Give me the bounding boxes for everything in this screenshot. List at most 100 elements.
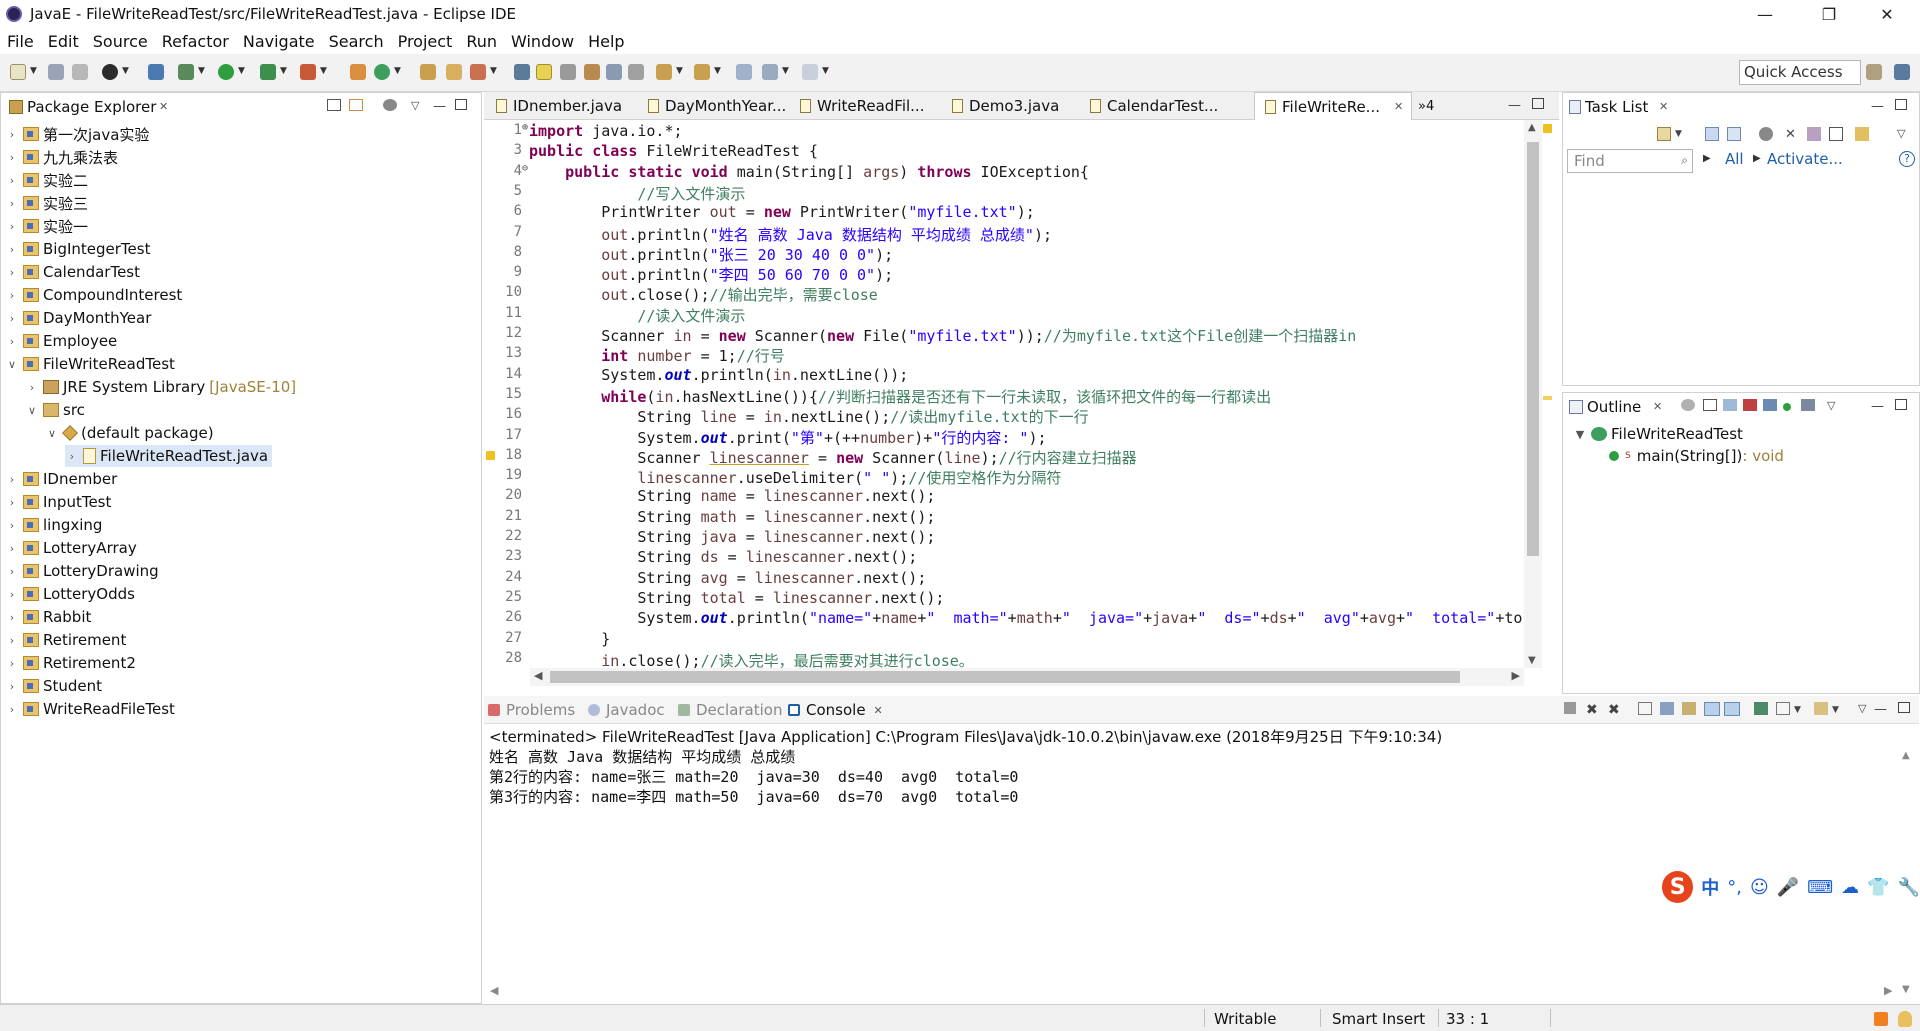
back-dropdown-icon[interactable]: ▼ (782, 66, 789, 76)
scroll-right-icon[interactable]: ▶ (1512, 669, 1520, 682)
code-line[interactable]: 7 out.println("姓名 高数 Java 数据结构 平均成绩 总成绩"… (484, 224, 1524, 244)
tree-item[interactable]: › Rabbit (5, 606, 92, 628)
sogou-logo-icon[interactable]: S (1662, 871, 1694, 903)
code-line[interactable]: 13 int number = 1;//行号 (484, 345, 1524, 365)
editor-vertical-scrollbar[interactable]: ▲ ▼ (1524, 120, 1542, 668)
ime-language-toggle[interactable]: 中 (1701, 874, 1719, 900)
forward-icon[interactable] (802, 64, 818, 80)
tree-item[interactable]: ∨ src (25, 399, 85, 421)
hide-completed-icon[interactable]: ✕ (1785, 127, 1796, 142)
expand-arrow-icon[interactable]: › (5, 496, 19, 509)
code-line[interactable]: 19 linescanner.useDelimiter(" ");//使用空格作… (484, 467, 1524, 487)
search-dropdown-icon[interactable]: ▼ (490, 66, 497, 76)
tree-item[interactable]: › Student (5, 675, 102, 697)
quick-access-input[interactable]: Quick Access (1739, 60, 1861, 85)
last-edit-icon[interactable] (736, 64, 752, 80)
code-line[interactable]: 14 System.out.println(in.nextLine()); (484, 366, 1524, 386)
remove-launch-icon[interactable]: ✖ (1586, 702, 1598, 718)
tips-icon[interactable] (1898, 1011, 1912, 1027)
expand-arrow-icon[interactable]: › (5, 197, 19, 210)
keyboard-icon[interactable]: ⌨ (1807, 877, 1833, 898)
new-icon[interactable] (10, 64, 26, 80)
help-icon[interactable]: ? (1899, 151, 1915, 167)
tab-console[interactable]: Console ✕ (788, 701, 883, 719)
outline-method-node[interactable]: S main(String[]) : void (1609, 445, 1784, 467)
expand-arrow-icon[interactable]: › (5, 266, 19, 279)
tab-problems[interactable]: Problems (488, 701, 575, 719)
forward-dropdown-icon[interactable]: ▼ (822, 66, 829, 76)
open-type-icon[interactable] (420, 64, 436, 80)
profile-icon[interactable] (102, 64, 118, 80)
settings-icon[interactable]: 🔧 (1898, 877, 1920, 898)
menu-edit[interactable]: Edit (41, 32, 86, 51)
expand-arrow-icon[interactable]: › (5, 703, 19, 716)
tree-item[interactable]: › Retirement2 (5, 652, 136, 674)
previous-annotation-icon[interactable] (694, 64, 710, 80)
view-menu-icon[interactable]: ▽ (411, 99, 419, 112)
tree-item[interactable]: › 第一次java实验 (5, 123, 150, 145)
new-java-package-icon[interactable] (350, 64, 366, 80)
scroll-up-icon[interactable]: ▲ (1528, 122, 1536, 133)
tab-daymonthyear[interactable]: DayMonthYear... (638, 92, 790, 120)
maximize-outline-icon[interactable] (1895, 399, 1907, 410)
overview-warning-marker[interactable] (1543, 124, 1552, 133)
tree-item[interactable]: › 九九乘法表 (5, 146, 118, 168)
scroll-lock-icon[interactable] (1660, 702, 1674, 715)
new-task-icon[interactable] (1657, 127, 1671, 141)
emoji-icon[interactable]: ☺ (1750, 877, 1769, 898)
expand-arrow-icon[interactable]: › (5, 657, 19, 670)
save-icon[interactable] (48, 64, 64, 80)
scrollbar-thumb[interactable] (1527, 142, 1539, 556)
menu-window[interactable]: Window (504, 32, 581, 51)
expand-arrow-icon[interactable]: › (5, 565, 19, 578)
expand-arrow-icon[interactable]: › (5, 542, 19, 555)
tab-overflow-button[interactable]: »4 (1418, 92, 1434, 120)
console-scroll-down-icon[interactable]: ▼ (1902, 984, 1910, 995)
tree-item[interactable]: › Employee (5, 330, 118, 352)
minimize-outline-icon[interactable]: — (1871, 399, 1884, 414)
menu-navigate[interactable]: Navigate (236, 32, 322, 51)
code-line[interactable]: 25 String total = linescanner.next(); (484, 589, 1524, 609)
code-line[interactable]: 1 ⊕ import java.io.*; (484, 122, 1524, 142)
synchronize-icon[interactable] (1829, 127, 1843, 141)
display-console-dropdown-icon[interactable]: ▼ (1794, 705, 1801, 715)
scroll-left-icon[interactable]: ◀ (534, 669, 542, 682)
tab-declaration[interactable]: Declaration (678, 701, 782, 719)
debug-dropdown-icon[interactable]: ▼ (198, 66, 205, 76)
word-wrap-console-icon[interactable] (1682, 702, 1696, 715)
hide-nonpublic-icon[interactable] (1783, 403, 1791, 411)
code-line[interactable]: 12 Scanner in = new Scanner(new File("my… (484, 325, 1524, 345)
minimize-button[interactable]: — (1742, 0, 1788, 28)
debug-icon[interactable] (178, 64, 194, 80)
new-java-class-icon[interactable] (374, 64, 390, 80)
close-outline-icon[interactable]: ✕ (1653, 400, 1662, 413)
expand-arrow-icon[interactable]: › (5, 312, 19, 325)
terminate-icon[interactable] (1564, 702, 1576, 714)
expand-arrow-icon[interactable]: › (5, 473, 19, 486)
open-perspective-icon[interactable] (1866, 64, 1882, 80)
expand-arrow-icon[interactable]: › (5, 220, 19, 233)
editor-horizontal-scrollbar[interactable]: ◀ ▶ (530, 668, 1524, 686)
back-icon[interactable] (762, 64, 778, 80)
expand-arrow-icon[interactable]: › (5, 335, 19, 348)
code-line[interactable]: 24 String avg = linescanner.next(); (484, 569, 1524, 589)
status-insert-mode[interactable]: Smart Insert (1332, 1010, 1425, 1028)
minimize-console-icon[interactable]: — (1874, 702, 1887, 717)
expand-arrow-icon[interactable]: › (5, 243, 19, 256)
code-line[interactable]: 18 Scanner linescanner = new Scanner(lin… (484, 447, 1524, 467)
show-whitespace-icon[interactable] (606, 64, 622, 80)
coverage-dropdown-icon[interactable]: ▼ (280, 66, 287, 76)
next-annotation-dropdown-icon[interactable]: ▼ (676, 66, 683, 76)
focus-outline-icon[interactable] (1681, 399, 1695, 411)
scroll-down-icon[interactable]: ▼ (1528, 655, 1536, 666)
tree-item[interactable]: › LotteryDrawing (5, 560, 159, 582)
tree-item[interactable]: › CompoundInterest (5, 284, 183, 306)
maximize-console-icon[interactable] (1898, 702, 1910, 713)
collapse-arrow-icon[interactable]: ∨ (45, 427, 59, 440)
tab-javadoc[interactable]: Javadoc (588, 701, 665, 719)
activate-task-link[interactable]: Activate... (1767, 150, 1843, 168)
expand-arrow-icon[interactable]: › (5, 611, 19, 624)
expand-arrow-icon[interactable]: › (25, 381, 39, 394)
maximize-task-list-icon[interactable] (1895, 99, 1907, 110)
console-view-menu-icon[interactable]: ▽ (1858, 702, 1866, 715)
